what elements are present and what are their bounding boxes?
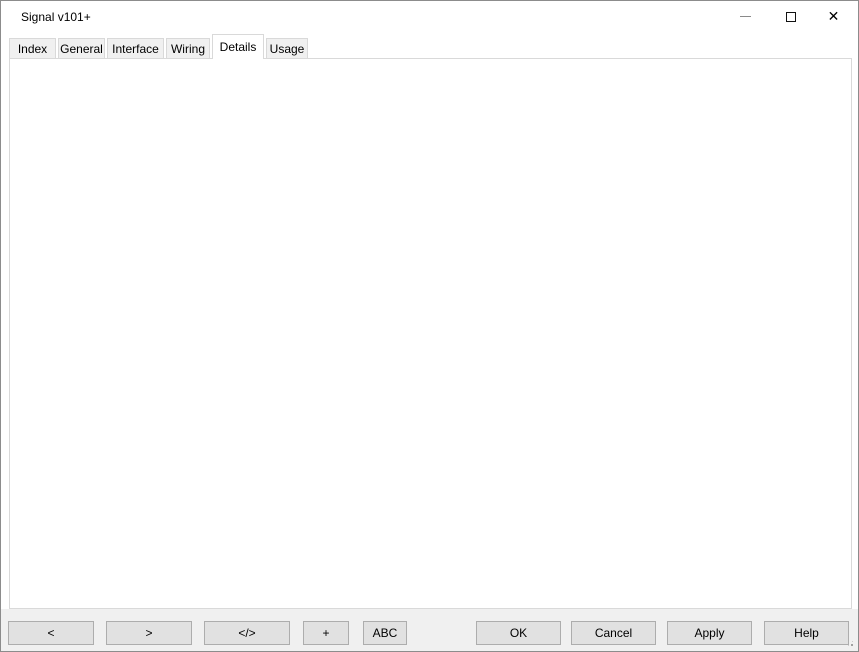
nav-prev-button[interactable]: <	[8, 621, 94, 645]
ok-button[interactable]: OK	[476, 621, 561, 645]
minimize-button[interactable]	[723, 1, 768, 32]
window-title: Signal v101+	[21, 10, 91, 24]
maximize-button[interactable]	[768, 1, 813, 32]
details-tab-page	[9, 58, 852, 609]
tab-index[interactable]: Index	[9, 38, 56, 59]
code-button[interactable]: </>	[204, 621, 290, 645]
titlebar: Signal v101+ ✕	[1, 1, 858, 33]
tab-general[interactable]: General	[58, 38, 105, 59]
tab-wiring[interactable]: Wiring	[166, 38, 210, 59]
minimize-icon	[740, 16, 751, 17]
nav-next-button[interactable]: >	[106, 621, 192, 645]
cancel-button[interactable]: Cancel	[571, 621, 656, 645]
close-icon: ✕	[828, 10, 840, 24]
maximize-icon	[786, 12, 796, 22]
signal-dialog: Signal v101+ ✕ Index General Interface W…	[0, 0, 859, 652]
tab-details[interactable]: Details	[212, 34, 264, 59]
apply-button[interactable]: Apply	[667, 621, 752, 645]
close-button[interactable]: ✕	[811, 1, 856, 32]
abc-button[interactable]: ABC	[363, 621, 407, 645]
help-button[interactable]: Help	[764, 621, 849, 645]
add-button[interactable]: +	[303, 621, 349, 645]
tab-usage[interactable]: Usage	[266, 38, 308, 59]
tab-interface[interactable]: Interface	[107, 38, 164, 59]
